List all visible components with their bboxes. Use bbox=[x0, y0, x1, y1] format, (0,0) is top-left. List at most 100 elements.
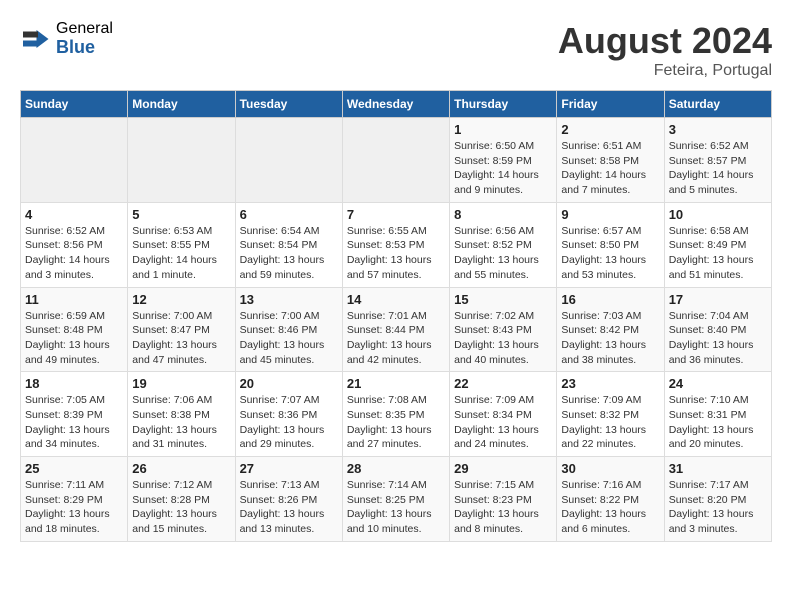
day-number: 1 bbox=[454, 122, 552, 137]
day-number: 6 bbox=[240, 207, 338, 222]
day-info: Sunrise: 6:59 AM Sunset: 8:48 PM Dayligh… bbox=[25, 309, 123, 368]
day-cell: 7Sunrise: 6:55 AM Sunset: 8:53 PM Daylig… bbox=[342, 202, 449, 287]
day-info: Sunrise: 7:16 AM Sunset: 8:22 PM Dayligh… bbox=[561, 478, 659, 537]
day-number: 31 bbox=[669, 461, 767, 476]
day-cell: 29Sunrise: 7:15 AM Sunset: 8:23 PM Dayli… bbox=[450, 457, 557, 542]
day-number: 21 bbox=[347, 376, 445, 391]
day-cell: 6 Sunrise: 6:54 AM Sunset: 8:54 PM Daylig… bbox=[235, 202, 342, 287]
logo-blue: Blue bbox=[56, 38, 113, 58]
day-cell: 26Sunrise: 7:12 AM Sunset: 8:28 PM Dayli… bbox=[128, 457, 235, 542]
day-cell: 21 Sunrise: 7:08 AM Sunset: 8:35 PM Dayli… bbox=[342, 372, 449, 457]
day-info: Sunrise: 7:06 AM Sunset: 8:38 PM Dayligh… bbox=[132, 393, 230, 452]
week-row-2: 4 Sunrise: 6:52 AM Sunset: 8:56 PM Daylig… bbox=[21, 202, 772, 287]
page-header: General Blue August 2024 Feteira, Portug… bbox=[20, 20, 772, 80]
day-number: 9 bbox=[561, 207, 659, 222]
day-info: Sunrise: 7:15 AM Sunset: 8:23 PM Dayligh… bbox=[454, 478, 552, 537]
week-row-4: 18 Sunrise: 7:05 AM Sunset: 8:39 PM Dayli… bbox=[21, 372, 772, 457]
day-info: Sunrise: 7:01 AM Sunset: 8:44 PM Dayligh… bbox=[347, 309, 445, 368]
day-cell bbox=[235, 118, 342, 203]
day-number: 13 bbox=[240, 292, 338, 307]
day-info: Sunrise: 7:05 AM Sunset: 8:39 PM Dayligh… bbox=[25, 393, 123, 452]
logo: General Blue bbox=[20, 20, 113, 57]
day-number: 26 bbox=[132, 461, 230, 476]
day-number: 14 bbox=[347, 292, 445, 307]
day-cell: 16 Sunrise: 7:03 AM Sunset: 8:42 PM Dayli… bbox=[557, 287, 664, 372]
day-number: 10 bbox=[669, 207, 767, 222]
col-header-saturday: Saturday bbox=[664, 91, 771, 118]
calendar-table: SundayMondayTuesdayWednesdayThursdayFrid… bbox=[20, 90, 772, 542]
day-number: 25 bbox=[25, 461, 123, 476]
day-info: Sunrise: 6:52 AM Sunset: 8:57 PM Dayligh… bbox=[669, 139, 767, 198]
day-cell bbox=[21, 118, 128, 203]
day-cell: 19 Sunrise: 7:06 AM Sunset: 8:38 PM Dayli… bbox=[128, 372, 235, 457]
subtitle: Feteira, Portugal bbox=[558, 62, 772, 80]
header-row: SundayMondayTuesdayWednesdayThursdayFrid… bbox=[21, 91, 772, 118]
day-cell: 11Sunrise: 6:59 AM Sunset: 8:48 PM Dayli… bbox=[21, 287, 128, 372]
day-cell bbox=[128, 118, 235, 203]
day-number: 27 bbox=[240, 461, 338, 476]
day-info: Sunrise: 6:52 AM Sunset: 8:56 PM Dayligh… bbox=[25, 224, 123, 283]
day-cell: 9 Sunrise: 6:57 AM Sunset: 8:50 PM Daylig… bbox=[557, 202, 664, 287]
day-info: Sunrise: 7:10 AM Sunset: 8:31 PM Dayligh… bbox=[669, 393, 767, 452]
day-cell bbox=[342, 118, 449, 203]
day-cell: 15 Sunrise: 7:02 AM Sunset: 8:43 PM Dayli… bbox=[450, 287, 557, 372]
day-number: 17 bbox=[669, 292, 767, 307]
day-cell: 20Sunrise: 7:07 AM Sunset: 8:36 PM Dayli… bbox=[235, 372, 342, 457]
day-number: 4 bbox=[25, 207, 123, 222]
day-number: 16 bbox=[561, 292, 659, 307]
day-number: 7 bbox=[347, 207, 445, 222]
logo-general: General bbox=[56, 20, 113, 38]
day-info: Sunrise: 7:13 AM Sunset: 8:26 PM Dayligh… bbox=[240, 478, 338, 537]
col-header-monday: Monday bbox=[128, 91, 235, 118]
day-cell: 17 Sunrise: 7:04 AM Sunset: 8:40 PM Dayli… bbox=[664, 287, 771, 372]
day-number: 18 bbox=[25, 376, 123, 391]
day-number: 23 bbox=[561, 376, 659, 391]
day-cell: 8Sunrise: 6:56 AM Sunset: 8:52 PM Daylig… bbox=[450, 202, 557, 287]
day-info: Sunrise: 6:58 AM Sunset: 8:49 PM Dayligh… bbox=[669, 224, 767, 283]
day-cell: 18 Sunrise: 7:05 AM Sunset: 8:39 PM Dayli… bbox=[21, 372, 128, 457]
day-number: 3 bbox=[669, 122, 767, 137]
day-cell: 3 Sunrise: 6:52 AM Sunset: 8:57 PM Daylig… bbox=[664, 118, 771, 203]
day-info: Sunrise: 7:03 AM Sunset: 8:42 PM Dayligh… bbox=[561, 309, 659, 368]
day-number: 28 bbox=[347, 461, 445, 476]
day-info: Sunrise: 6:51 AM Sunset: 8:58 PM Dayligh… bbox=[561, 139, 659, 198]
day-cell: 14 Sunrise: 7:01 AM Sunset: 8:44 PM Dayli… bbox=[342, 287, 449, 372]
day-info: Sunrise: 7:17 AM Sunset: 8:20 PM Dayligh… bbox=[669, 478, 767, 537]
day-info: Sunrise: 7:08 AM Sunset: 8:35 PM Dayligh… bbox=[347, 393, 445, 452]
day-number: 12 bbox=[132, 292, 230, 307]
day-info: Sunrise: 7:09 AM Sunset: 8:34 PM Dayligh… bbox=[454, 393, 552, 452]
day-info: Sunrise: 7:04 AM Sunset: 8:40 PM Dayligh… bbox=[669, 309, 767, 368]
day-number: 5 bbox=[132, 207, 230, 222]
week-row-3: 11Sunrise: 6:59 AM Sunset: 8:48 PM Dayli… bbox=[21, 287, 772, 372]
day-info: Sunrise: 6:56 AM Sunset: 8:52 PM Dayligh… bbox=[454, 224, 552, 283]
day-number: 30 bbox=[561, 461, 659, 476]
day-cell: 31 Sunrise: 7:17 AM Sunset: 8:20 PM Dayli… bbox=[664, 457, 771, 542]
day-number: 24 bbox=[669, 376, 767, 391]
day-cell: 2Sunrise: 6:51 AM Sunset: 8:58 PM Daylig… bbox=[557, 118, 664, 203]
logo-icon bbox=[20, 24, 50, 54]
main-title: August 2024 bbox=[558, 20, 772, 62]
week-row-1: 1 Sunrise: 6:50 AM Sunset: 8:59 PM Daylig… bbox=[21, 118, 772, 203]
day-info: Sunrise: 6:53 AM Sunset: 8:55 PM Dayligh… bbox=[132, 224, 230, 283]
day-number: 15 bbox=[454, 292, 552, 307]
day-number: 20 bbox=[240, 376, 338, 391]
col-header-friday: Friday bbox=[557, 91, 664, 118]
day-cell: 1 Sunrise: 6:50 AM Sunset: 8:59 PM Daylig… bbox=[450, 118, 557, 203]
week-row-5: 25 Sunrise: 7:11 AM Sunset: 8:29 PM Dayli… bbox=[21, 457, 772, 542]
day-info: Sunrise: 7:11 AM Sunset: 8:29 PM Dayligh… bbox=[25, 478, 123, 537]
day-info: Sunrise: 6:57 AM Sunset: 8:50 PM Dayligh… bbox=[561, 224, 659, 283]
day-info: Sunrise: 6:54 AM Sunset: 8:54 PM Dayligh… bbox=[240, 224, 338, 283]
day-cell: 28Sunrise: 7:14 AM Sunset: 8:25 PM Dayli… bbox=[342, 457, 449, 542]
day-info: Sunrise: 6:50 AM Sunset: 8:59 PM Dayligh… bbox=[454, 139, 552, 198]
day-number: 19 bbox=[132, 376, 230, 391]
day-cell: 13 Sunrise: 7:00 AM Sunset: 8:46 PM Dayli… bbox=[235, 287, 342, 372]
logo-text: General Blue bbox=[56, 20, 113, 57]
day-info: Sunrise: 7:00 AM Sunset: 8:46 PM Dayligh… bbox=[240, 309, 338, 368]
day-cell: 30 Sunrise: 7:16 AM Sunset: 8:22 PM Dayli… bbox=[557, 457, 664, 542]
day-cell: 25 Sunrise: 7:11 AM Sunset: 8:29 PM Dayli… bbox=[21, 457, 128, 542]
day-info: Sunrise: 7:09 AM Sunset: 8:32 PM Dayligh… bbox=[561, 393, 659, 452]
col-header-tuesday: Tuesday bbox=[235, 91, 342, 118]
day-cell: 5 Sunrise: 6:53 AM Sunset: 8:55 PM Daylig… bbox=[128, 202, 235, 287]
title-block: August 2024 Feteira, Portugal bbox=[558, 20, 772, 80]
day-info: Sunrise: 7:02 AM Sunset: 8:43 PM Dayligh… bbox=[454, 309, 552, 368]
